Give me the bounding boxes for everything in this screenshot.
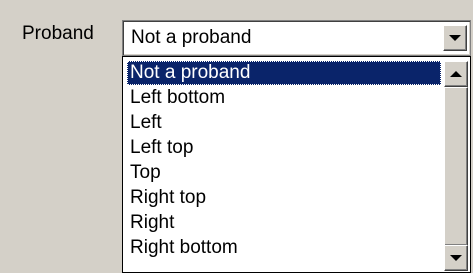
chevron-down-icon [449, 35, 461, 41]
dropdown-list[interactable]: Not a proband Left bottom Left Left top … [122, 56, 471, 273]
proband-label: Proband [22, 23, 94, 44]
list-item[interactable]: Top [127, 161, 441, 185]
proband-combobox[interactable]: Not a proband [122, 20, 471, 56]
list-item[interactable]: Right top [127, 186, 441, 210]
scroll-down-icon [450, 255, 462, 261]
scroll-thumb[interactable] [444, 87, 468, 246]
scroll-down-button[interactable] [444, 245, 468, 271]
list-item[interactable]: Right bottom [127, 236, 441, 260]
list-item[interactable]: Left bottom [127, 86, 441, 110]
scroll-up-icon [450, 71, 462, 77]
list-item[interactable]: Not a proband [127, 61, 441, 85]
list-item[interactable]: Left [127, 111, 441, 135]
vertical-scrollbar[interactable] [444, 61, 468, 271]
scroll-up-button[interactable] [444, 61, 468, 87]
combobox-value: Not a proband [131, 27, 252, 48]
list-item[interactable]: Left top [127, 136, 441, 160]
dropdown-button[interactable] [443, 25, 467, 51]
list-item[interactable]: Right [127, 211, 441, 235]
